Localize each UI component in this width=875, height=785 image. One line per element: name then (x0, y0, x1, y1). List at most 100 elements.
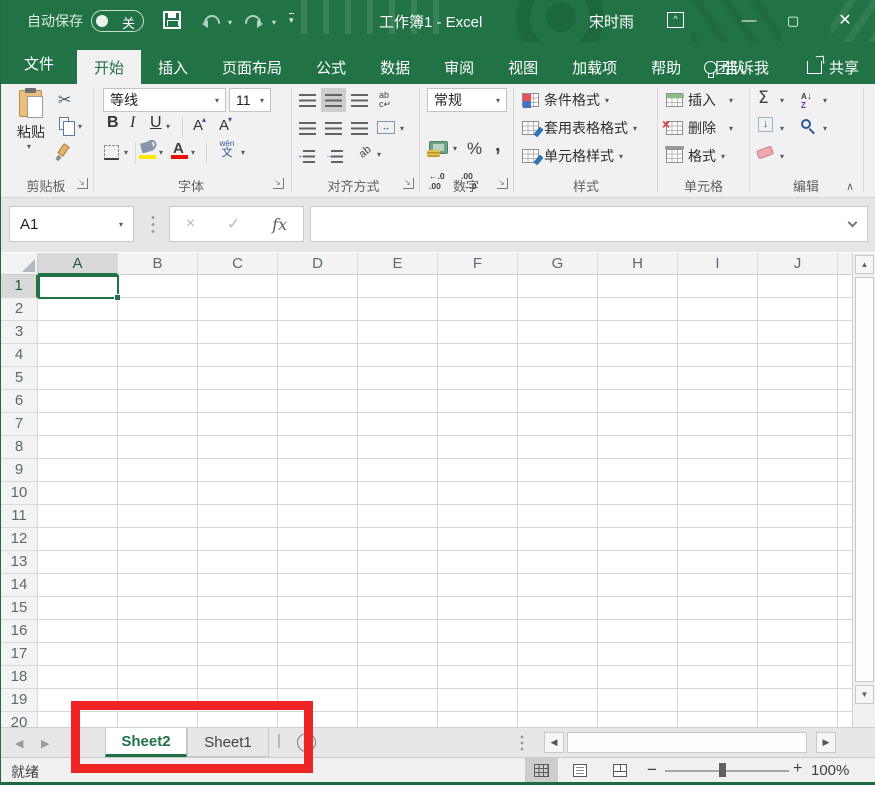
comma-button[interactable]: , (495, 134, 501, 157)
maximize-button[interactable]: ▢ (771, 0, 815, 42)
align-right-button[interactable] (351, 122, 368, 135)
row-header-14[interactable]: 14 (1, 574, 38, 597)
insert-cells-button[interactable]: 插入 ▾ (666, 89, 733, 111)
formula-bar-splitter[interactable] (151, 214, 155, 234)
column-header-E[interactable]: E (358, 253, 438, 275)
borders-dropdown-icon[interactable]: ▾ (124, 148, 128, 157)
tab-scrollbar-splitter[interactable] (520, 734, 524, 752)
fill-color-icon[interactable] (140, 141, 154, 154)
autosave-toggle[interactable]: 关 (91, 10, 144, 32)
row-header-4[interactable]: 4 (1, 344, 38, 367)
tab-view[interactable]: 视图 (491, 50, 555, 84)
column-header-B[interactable]: B (118, 253, 198, 275)
zoom-out-button[interactable]: − (647, 760, 657, 780)
decrease-font-button[interactable]: A▾ (219, 115, 232, 134)
row-header-8[interactable]: 8 (1, 436, 38, 459)
find-dropdown-icon[interactable]: ▾ (823, 124, 827, 133)
format-cells-button[interactable]: 格式 ▾ (666, 145, 725, 167)
formula-input[interactable] (310, 206, 868, 242)
horizontal-scroll-thumb[interactable] (567, 732, 807, 753)
number-format-select[interactable]: 常规 ▾ (427, 88, 507, 112)
row-header-13[interactable]: 13 (1, 551, 38, 574)
row-header-9[interactable]: 9 (1, 459, 38, 482)
scroll-up-button[interactable]: ▲ (855, 255, 874, 274)
format-painter-icon[interactable] (57, 143, 70, 157)
italic-button[interactable]: I (130, 114, 135, 132)
wrap-text-button[interactable]: ab c↵ (379, 91, 399, 109)
align-middle-button[interactable] (325, 94, 342, 107)
align-bottom-button[interactable] (351, 94, 368, 107)
clipboard-dialog-launcher[interactable]: ↘ (77, 178, 88, 189)
ribbon-display-options-icon[interactable]: ^ (667, 12, 684, 28)
redo-icon[interactable] (247, 14, 262, 27)
sheet-nav-left-icon[interactable]: ◀ (15, 737, 23, 750)
clear-icon[interactable] (756, 146, 774, 160)
cut-icon[interactable]: ✂ (58, 90, 71, 110)
sort-dropdown-icon[interactable]: ▾ (823, 96, 827, 105)
fill-handle[interactable] (114, 294, 121, 301)
phonetic-button[interactable]: wén 文 (216, 140, 238, 159)
insert-function-icon[interactable]: fx (272, 215, 287, 234)
sheet-nav-right-icon[interactable]: ▶ (41, 737, 49, 750)
close-button[interactable]: ✕ (823, 0, 867, 42)
row-header-1[interactable]: 1 (1, 275, 38, 298)
autosum-dropdown-icon[interactable]: ▾ (780, 96, 784, 105)
row-header-2[interactable]: 2 (1, 298, 38, 321)
tab-add-ins[interactable]: 加载项 (555, 50, 634, 84)
selected-cell-outline[interactable] (38, 275, 119, 299)
minimize-button[interactable]: — (727, 0, 771, 42)
column-header-A[interactable]: A (38, 253, 118, 275)
column-header-H[interactable]: H (598, 253, 678, 275)
row-header-17[interactable]: 17 (1, 643, 38, 666)
cells-grid[interactable] (38, 275, 852, 727)
tab-file[interactable]: 文件 (1, 42, 77, 84)
paste-icon[interactable] (19, 90, 42, 117)
name-box[interactable]: A1 ▾ (9, 206, 134, 242)
sort-filter-button[interactable]: A↓ Z (801, 91, 812, 111)
column-header-J[interactable]: J (758, 253, 838, 275)
view-normal-button[interactable] (525, 758, 558, 783)
orientation-button[interactable]: ab (357, 143, 374, 160)
tab-insert[interactable]: 插入 (141, 50, 205, 84)
redo-dropdown-icon[interactable]: ▾ (272, 18, 276, 27)
delete-cells-button[interactable]: 删除 ▾ (666, 117, 733, 139)
alignment-dialog-launcher[interactable]: ↘ (403, 178, 414, 189)
tab-review[interactable]: 审阅 (427, 50, 491, 84)
tell-me-button[interactable]: 告诉我 (704, 50, 769, 84)
row-header-7[interactable]: 7 (1, 413, 38, 436)
zoom-in-button[interactable]: + (793, 760, 802, 778)
bold-button[interactable]: B (107, 114, 119, 132)
column-header-C[interactable]: C (198, 253, 278, 275)
zoom-slider-track[interactable] (665, 770, 789, 772)
underline-dropdown-icon[interactable]: ▾ (166, 122, 170, 131)
save-icon[interactable] (163, 11, 181, 29)
phonetic-dropdown-icon[interactable]: ▾ (241, 148, 245, 157)
row-header-3[interactable]: 3 (1, 321, 38, 344)
percent-button[interactable]: % (467, 139, 482, 159)
view-page-layout-button[interactable] (563, 758, 596, 783)
underline-button[interactable]: U (150, 114, 162, 132)
row-header-5[interactable]: 5 (1, 367, 38, 390)
cell-styles-button[interactable]: 单元格样式 ▾ (522, 145, 623, 167)
row-header-19[interactable]: 19 (1, 689, 38, 712)
autosum-button[interactable]: Σ (758, 88, 769, 108)
row-header-6[interactable]: 6 (1, 390, 38, 413)
row-header-16[interactable]: 16 (1, 620, 38, 643)
align-center-button[interactable] (325, 122, 342, 135)
paste-button[interactable]: 粘贴 (13, 122, 49, 142)
undo-dropdown-icon[interactable]: ▾ (228, 18, 232, 27)
orientation-dropdown-icon[interactable]: ▾ (377, 150, 381, 159)
scroll-left-button[interactable]: ◀ (544, 732, 564, 753)
enter-icon[interactable]: ✓ (227, 214, 240, 234)
share-button[interactable]: 共享 (807, 50, 859, 84)
view-page-break-button[interactable] (603, 758, 636, 783)
align-top-button[interactable] (299, 94, 316, 107)
accounting-format-icon[interactable] (429, 141, 448, 154)
vertical-scroll-thumb[interactable] (855, 277, 874, 682)
qat-customize-icon[interactable]: ▾ (289, 13, 294, 26)
scroll-right-button[interactable]: ▶ (816, 732, 836, 753)
column-header-G[interactable]: G (518, 253, 598, 275)
row-header-18[interactable]: 18 (1, 666, 38, 689)
scroll-down-button[interactable]: ▼ (855, 685, 874, 704)
cancel-icon[interactable]: × (186, 215, 195, 233)
